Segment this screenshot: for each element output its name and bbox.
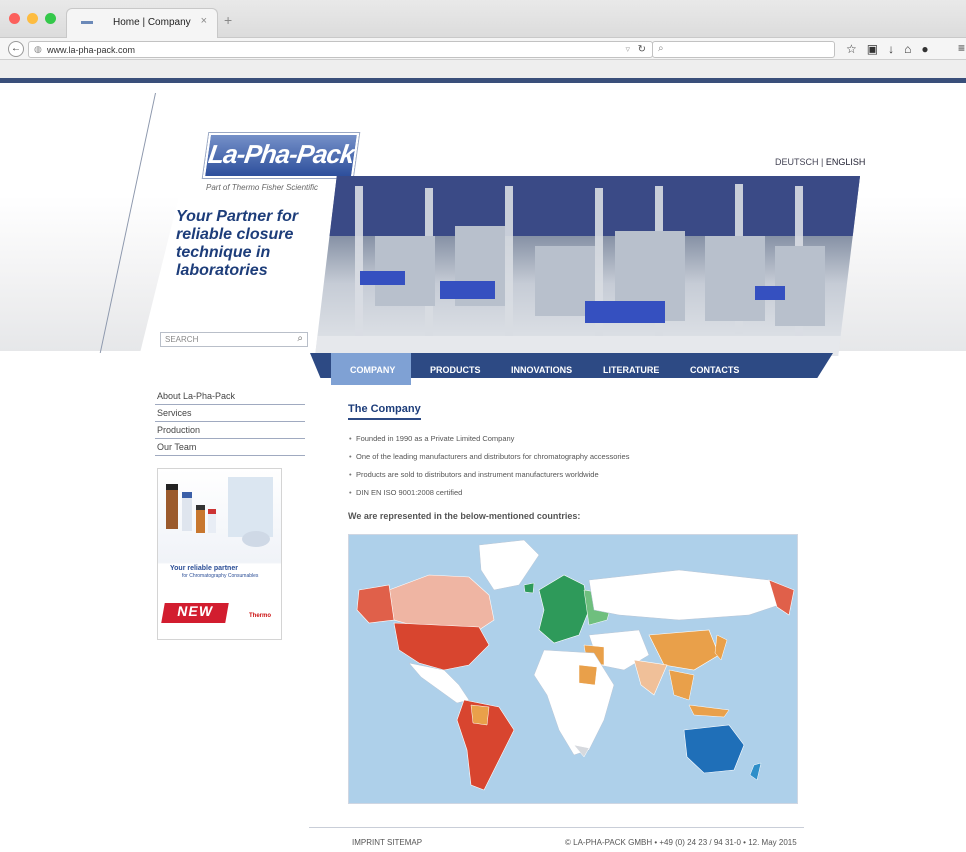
chat-icon[interactable]: ● [921, 42, 938, 56]
language-switcher: DEUTSCH | ENGLISH [775, 157, 865, 167]
fact-item: DIN EN ISO 9001:2008 certified [348, 488, 803, 497]
search-placeholder: SEARCH [165, 335, 199, 344]
header-photo [315, 176, 860, 356]
site-search-input[interactable]: SEARCH ⌕ [160, 332, 308, 347]
nav-innovations[interactable]: INNOVATIONS [511, 365, 572, 375]
minimize-window-button[interactable] [27, 13, 38, 24]
sidebar-item-services[interactable]: Services [155, 405, 305, 422]
download-icon[interactable]: ↓ [888, 42, 904, 56]
url-text: www.la-pha-pack.com [47, 45, 136, 55]
home-icon[interactable]: ⌂ [904, 42, 921, 56]
menu-icon[interactable]: ≡ [958, 41, 965, 55]
search-icon: ⌕ [658, 43, 664, 54]
browser-window: Home | Company × + ← ◍ www.la-pha-pack.c… [0, 0, 966, 852]
promo-banner[interactable]: Your reliable partner for Chromatography… [157, 468, 282, 640]
star-icon[interactable]: ☆ [846, 42, 867, 56]
vials-image [166, 477, 273, 547]
toolbar-icons: ☆▣↓⌂● [846, 42, 939, 56]
nav-company[interactable]: COMPANY [350, 365, 395, 375]
new-tab-button[interactable]: + [224, 12, 232, 28]
fact-item: Products are sold to distributors and in… [348, 470, 803, 479]
close-window-button[interactable] [9, 13, 20, 24]
globe-icon: ◍ [34, 44, 42, 54]
reload-icon[interactable]: ↻ [638, 44, 646, 55]
favicon-icon [81, 21, 93, 24]
toolbar-strip [0, 60, 966, 78]
browser-tab[interactable]: Home | Company × [66, 8, 218, 38]
promo-brand: Thermo [248, 613, 271, 619]
tab-close-icon[interactable]: × [201, 15, 207, 27]
sidebar-item-team[interactable]: Our Team [155, 439, 305, 456]
web-page: La-Pha-Pack Part of Thermo Fisher Scient… [0, 83, 966, 852]
tab-title: Home | Company [113, 17, 191, 28]
tab-strip: Home | Company × + [0, 0, 966, 38]
nav-contacts[interactable]: CONTACTS [690, 365, 739, 375]
sidebar-item-about[interactable]: About La-Pha-Pack [155, 388, 305, 405]
back-icon[interactable]: ← [8, 41, 24, 57]
lang-deutsch-link[interactable]: DEUTSCH [775, 157, 819, 167]
search-icon[interactable]: ⌕ [297, 333, 303, 344]
main-content: The Company Founded in 1990 as a Private… [348, 399, 803, 521]
site-logo[interactable]: La-Pha-Pack [202, 133, 360, 178]
address-bar[interactable]: ◍ www.la-pha-pack.com ▿ ↻ [28, 41, 653, 58]
dropdown-icon[interactable]: ▿ [625, 44, 630, 55]
navigation-bar: ← ◍ www.la-pha-pack.com ▿ ↻ ⌕ ☆▣↓⌂● ≡ [0, 38, 966, 60]
world-map [348, 534, 798, 804]
maximize-window-button[interactable] [45, 13, 56, 24]
lang-separator: | [821, 157, 824, 167]
footer-links[interactable]: IMPRINT SITEMAP [352, 838, 422, 847]
bookmark-icon[interactable]: ▣ [867, 42, 888, 56]
promo-subline: for Chromatography Consumables [182, 573, 259, 579]
logo-text: La-Pha-Pack [206, 139, 356, 169]
sidebar-item-production[interactable]: Production [155, 422, 305, 439]
logo-subtitle: Part of Thermo Fisher Scientific [206, 183, 319, 192]
fact-item: One of the leading manufacturers and dis… [348, 452, 803, 461]
footer-company-info: © LA-PHA-PACK GMBH • +49 (0) 24 23 / 94 … [565, 838, 797, 847]
lang-english-link[interactable]: ENGLISH [826, 157, 866, 167]
company-facts-list: Founded in 1990 as a Private Limited Com… [348, 434, 803, 497]
footer-divider [309, 827, 804, 828]
new-badge: NEW [161, 603, 229, 623]
promo-headline: Your reliable partner [170, 565, 238, 572]
browser-search-input[interactable]: ⌕ [652, 41, 835, 58]
section-title: The Company [348, 403, 421, 420]
nav-literature[interactable]: LITERATURE [603, 365, 659, 375]
represented-heading: We are represented in the below-mentione… [348, 511, 581, 521]
fact-item: Founded in 1990 as a Private Limited Com… [348, 434, 803, 443]
sidebar-menu: About La-Pha-Pack Services Production Ou… [155, 388, 305, 456]
nav-products[interactable]: PRODUCTS [430, 365, 481, 375]
